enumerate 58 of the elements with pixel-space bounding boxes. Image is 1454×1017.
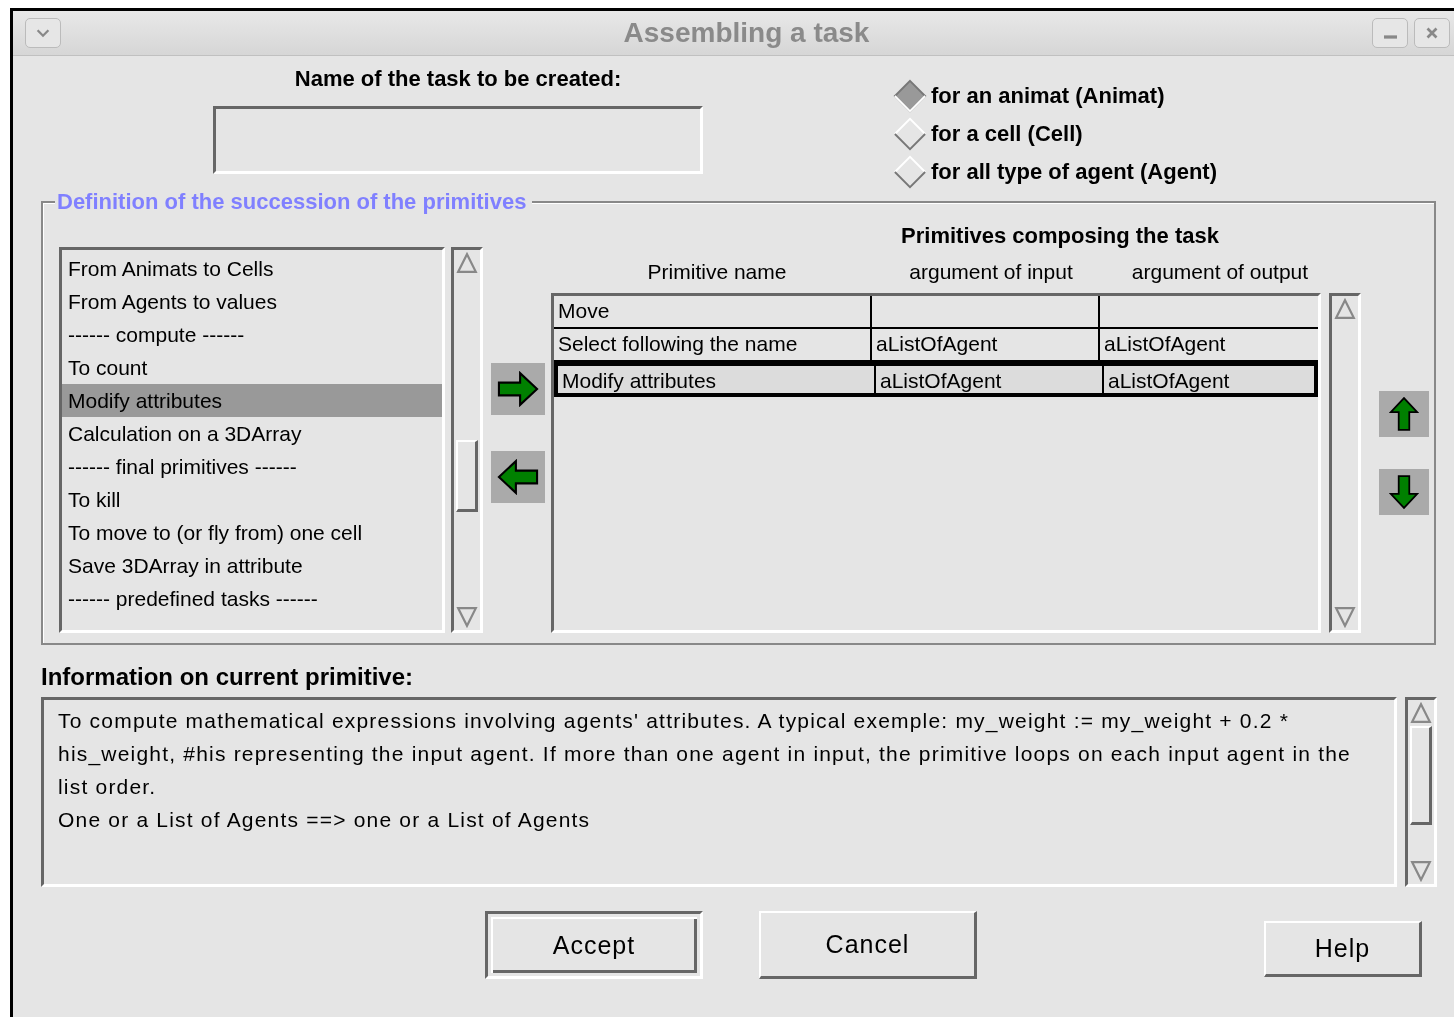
table-title: Primitives composing the task xyxy=(901,223,1219,250)
list-item[interactable]: From Animats to Cells xyxy=(62,252,442,285)
scrollbar-thumb[interactable] xyxy=(1410,726,1432,825)
table-row[interactable]: Move xyxy=(554,296,1318,329)
list-item[interactable]: To move to (or fly from) one cell xyxy=(62,516,442,549)
radio-option[interactable]: for all type of agent (Agent) xyxy=(893,154,1217,190)
task-name-label: Name of the task to be created: xyxy=(294,66,622,92)
table-cell-text: aListOfAgent xyxy=(1107,368,1231,393)
list-item[interactable]: ------ predefined tasks ------ xyxy=(62,582,442,615)
list-item[interactable]: Calculation on a 3DArray xyxy=(62,417,442,450)
scroll-up-arrow-icon[interactable] xyxy=(1410,702,1432,724)
scroll-down-arrow-icon[interactable] xyxy=(456,606,478,628)
info-paragraph: One or a List of Agents ==> one or a List of Agents xyxy=(58,807,592,833)
dialog-button[interactable]: Cancel xyxy=(759,911,977,979)
table-cell: Select following the name xyxy=(554,329,872,360)
column-header: argument of output xyxy=(1130,260,1310,284)
radio-option[interactable]: for a cell (Cell) xyxy=(893,116,1217,152)
scroll-down-arrow-icon[interactable] xyxy=(1334,606,1356,628)
up-arrow-icon xyxy=(1389,396,1419,432)
info-heading: Information on current primitive: xyxy=(41,663,415,692)
add-button[interactable] xyxy=(491,363,545,415)
scrollbar[interactable] xyxy=(451,247,483,633)
window-title: Assembling a task xyxy=(622,17,871,49)
move-up-button[interactable] xyxy=(1379,391,1429,437)
task-name-field[interactable] xyxy=(213,106,703,174)
down-arrow-icon xyxy=(1389,474,1419,510)
list-item[interactable]: ------ compute ------ xyxy=(62,318,442,351)
scroll-up-arrow-icon[interactable] xyxy=(1334,298,1356,320)
radio-option[interactable]: for an animat (Animat) xyxy=(893,78,1217,114)
table-row[interactable]: Modify attributes aListOfAgent aListOfAgent xyxy=(554,362,1318,397)
list-item[interactable]: To kill xyxy=(62,483,442,516)
table-cell: Modify attributes xyxy=(558,366,876,393)
scroll-up-arrow-icon[interactable] xyxy=(456,252,478,274)
move-down-button[interactable] xyxy=(1379,469,1429,515)
list-item[interactable]: ------ final primitives ------ xyxy=(62,450,442,483)
dialog-button[interactable]: Accept xyxy=(485,911,703,979)
left-arrow-icon xyxy=(496,459,540,495)
right-arrow-icon xyxy=(496,371,540,407)
scroll-down-arrow-icon[interactable] xyxy=(1410,860,1432,882)
close-button[interactable] xyxy=(1414,18,1450,48)
table-cell: aListOfAgent xyxy=(876,366,1104,393)
column-header: argument of input xyxy=(908,260,1074,284)
table-cell: Move xyxy=(554,296,872,327)
list-item[interactable]: Modify attributes xyxy=(62,384,442,417)
list-item[interactable]: Save 3DArray in attribute xyxy=(62,549,442,582)
scrollbar[interactable] xyxy=(1329,293,1361,633)
remove-button[interactable] xyxy=(491,451,545,503)
scrollbar[interactable] xyxy=(1405,697,1437,887)
table-cell-text: aListOfAgent xyxy=(1103,331,1227,357)
list-item[interactable]: From Agents to values xyxy=(62,285,442,318)
dialog-button[interactable]: Help xyxy=(1264,921,1422,977)
info-paragraph: To compute mathematical expressions involving agents' attributes. A typical exemple: my_weight := my_weight + 0.2 * his_weight, #his representing the input agent. If more than one agent in input, the primitive loops on each input agent in the list order. xyxy=(58,708,1352,800)
column-header: Primitive name xyxy=(646,260,788,284)
minimize-button[interactable] xyxy=(1372,18,1408,48)
list-item[interactable]: To count xyxy=(62,351,442,384)
scrollbar-thumb[interactable] xyxy=(456,440,478,513)
minimize-icon xyxy=(1383,35,1397,39)
table-cell: aListOfAgent xyxy=(872,329,1100,360)
